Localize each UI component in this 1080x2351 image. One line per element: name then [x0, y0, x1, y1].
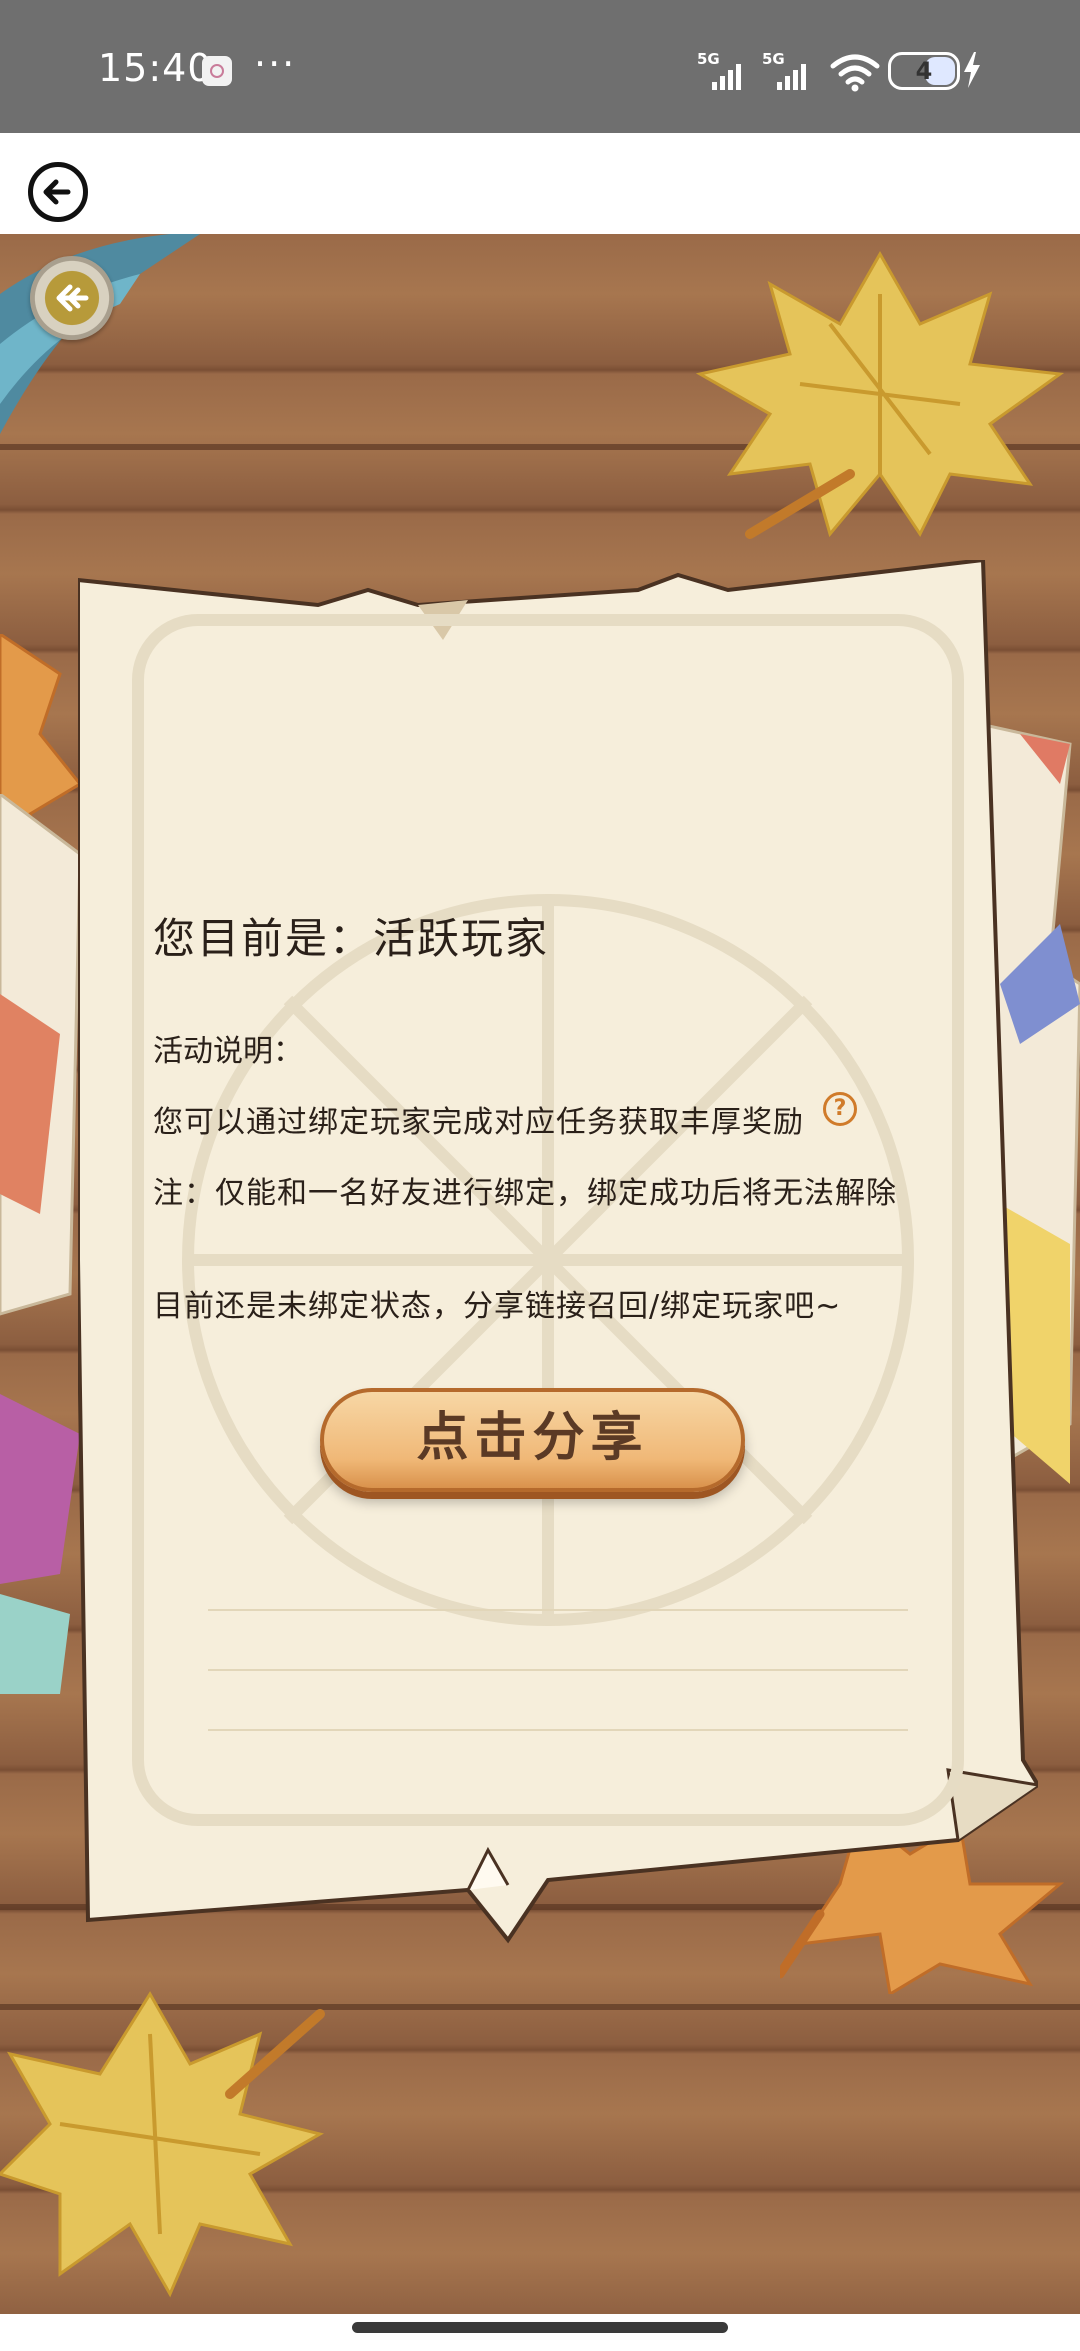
back-arrow-icon — [43, 179, 71, 205]
corner-share-button[interactable] — [30, 256, 114, 340]
share-arrow-icon — [56, 284, 89, 312]
app-notification-icon — [202, 56, 232, 86]
signal-icon-1: 5G — [697, 50, 741, 90]
status-time: 15:40 — [98, 46, 213, 90]
share-button-label: 点击分享 — [416, 1408, 649, 1468]
charging-icon — [964, 52, 980, 88]
back-button[interactable] — [28, 162, 88, 222]
description-line-1: 您可以通过绑定玩家完成对应任务获取丰厚奖励 — [153, 1105, 804, 1140]
maple-leaf-bottom-left — [0, 1991, 325, 2298]
player-status-line: 您目前是：活跃玩家 — [153, 914, 550, 963]
maple-leaf-top-right — [695, 250, 1065, 539]
signal-icon-2: 5G — [762, 50, 806, 90]
description-line-2: 注：仅能和一名好友进行绑定，绑定成功后将无法解除 — [153, 1176, 897, 1211]
paper-sheet — [78, 560, 1038, 1944]
battery-icon: 4 — [888, 52, 960, 90]
wifi-icon — [830, 54, 880, 92]
more-notifications-icon: ··· — [254, 42, 297, 86]
help-icon[interactable]: ? — [823, 1092, 857, 1126]
share-button[interactable]: 点击分享 — [320, 1388, 745, 1492]
status-bar: 15:40 ··· 5G 5G 4 — [0, 0, 1080, 133]
papers-left-decoration — [0, 794, 82, 1694]
battery-level: 4 — [915, 57, 933, 85]
app-bar — [0, 133, 1080, 234]
description-label: 活动说明： — [153, 1034, 303, 1069]
description-line-3: 目前还是未绑定状态，分享链接召回/绑定玩家吧~ — [153, 1289, 842, 1324]
home-indicator[interactable] — [352, 2322, 728, 2333]
